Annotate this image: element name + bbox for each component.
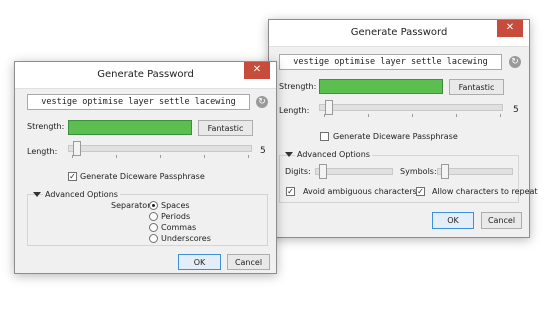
title-bar[interactable]: Generate Password ✕ bbox=[269, 20, 529, 47]
diceware-checkbox[interactable]: ✓ bbox=[68, 172, 77, 181]
strength-value: Fantastic bbox=[198, 120, 253, 136]
allow-repeat-label: Allow characters to repeat bbox=[432, 187, 538, 196]
dialog-title: Generate Password bbox=[350, 27, 448, 38]
password-field[interactable]: vestige optimise layer settle lacewing bbox=[27, 94, 250, 110]
password-field[interactable]: vestige optimise layer settle lacewing bbox=[279, 54, 502, 70]
digits-slider-thumb[interactable] bbox=[319, 164, 327, 179]
generate-password-dialog-back: Generate Password ✕ vestige optimise lay… bbox=[268, 19, 538, 238]
cancel-button[interactable]: Cancel bbox=[481, 212, 522, 229]
collapse-triangle-icon[interactable] bbox=[285, 152, 293, 157]
generate-password-dialog-front: Generate Password ✕ vestige optimise lay… bbox=[14, 61, 277, 274]
length-label: Length: bbox=[279, 106, 310, 115]
separator-option-label: Underscores bbox=[161, 234, 211, 243]
separator-radio-periods[interactable] bbox=[149, 212, 158, 221]
separator-option-label: Commas bbox=[161, 223, 197, 232]
length-label: Length: bbox=[27, 147, 58, 156]
advanced-options-label[interactable]: Advanced Options bbox=[295, 150, 372, 159]
length-slider-thumb[interactable] bbox=[325, 100, 333, 115]
separator-radio-underscores[interactable] bbox=[149, 234, 158, 243]
avoid-ambiguous-label: Avoid ambiguous characters bbox=[303, 187, 417, 196]
strength-label: Strength: bbox=[279, 82, 317, 91]
symbols-label: Symbols: bbox=[400, 167, 437, 176]
strength-bar bbox=[319, 79, 443, 94]
refresh-icon[interactable]: ↻ bbox=[256, 96, 268, 108]
title-bar[interactable]: Generate Password ✕ bbox=[15, 62, 276, 89]
diceware-label: Generate Diceware Passphrase bbox=[80, 172, 205, 181]
diceware-checkbox[interactable] bbox=[320, 132, 329, 141]
length-slider-thumb[interactable] bbox=[73, 141, 81, 156]
strength-bar bbox=[68, 120, 192, 135]
separator-radio-commas[interactable] bbox=[149, 223, 158, 232]
allow-repeat-checkbox[interactable]: ✓ bbox=[416, 187, 425, 196]
close-icon[interactable]: ✕ bbox=[497, 20, 523, 37]
refresh-icon[interactable]: ↻ bbox=[509, 56, 521, 68]
collapse-triangle-icon[interactable] bbox=[33, 192, 41, 197]
strength-value: Fantastic bbox=[449, 79, 504, 95]
advanced-options-label[interactable]: Advanced Options bbox=[43, 190, 120, 199]
length-value: 5 bbox=[260, 146, 266, 156]
separator-radio-spaces[interactable] bbox=[149, 201, 158, 210]
digits-label: Digits: bbox=[285, 167, 311, 176]
avoid-ambiguous-checkbox[interactable]: ✓ bbox=[286, 187, 295, 196]
separator-label: Separator: bbox=[111, 201, 154, 210]
diceware-label: Generate Diceware Passphrase bbox=[333, 132, 458, 141]
ok-button[interactable]: OK bbox=[178, 254, 221, 270]
strength-label: Strength: bbox=[27, 122, 65, 131]
dialog-title: Generate Password bbox=[97, 69, 194, 80]
symbols-slider-thumb[interactable] bbox=[441, 164, 449, 179]
length-value: 5 bbox=[513, 105, 519, 115]
cancel-button[interactable]: Cancel bbox=[227, 254, 270, 270]
close-icon[interactable]: ✕ bbox=[244, 62, 270, 79]
separator-option-label: Spaces bbox=[161, 201, 190, 210]
separator-option-label: Periods bbox=[161, 212, 191, 221]
ok-button[interactable]: OK bbox=[432, 212, 474, 229]
